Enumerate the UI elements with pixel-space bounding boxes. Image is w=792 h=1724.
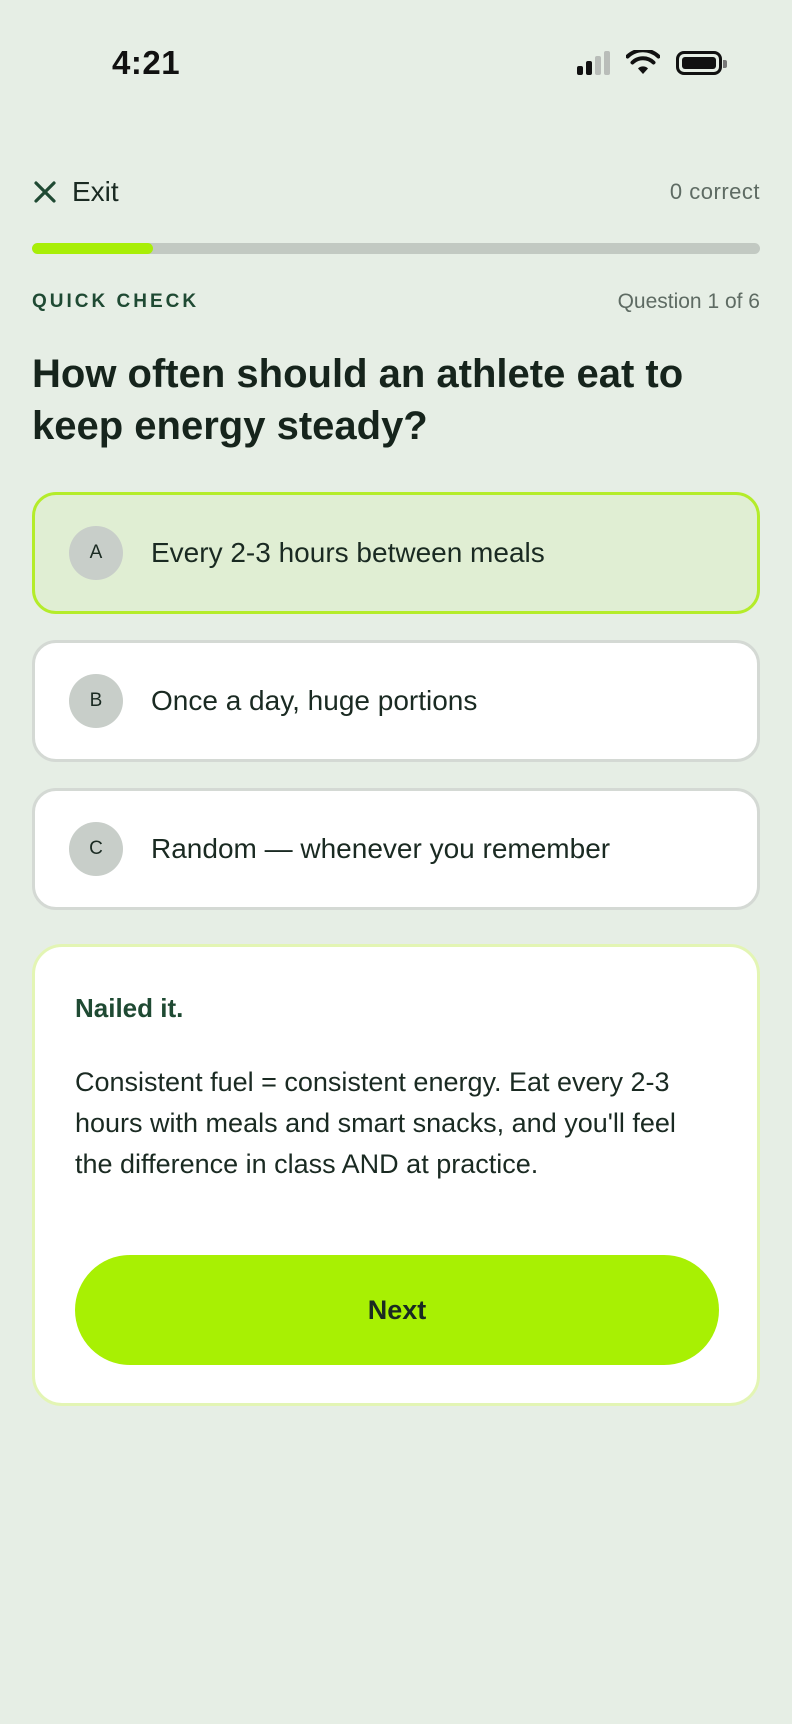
status-bar: 4:21: [0, 0, 792, 130]
section-label: QUICK CHECK: [32, 291, 200, 312]
status-icons: [577, 50, 727, 76]
quiz-header: Exit 0 correct: [32, 170, 760, 214]
answer-option-c[interactable]: C Random — whenever you remember: [32, 788, 760, 910]
battery-icon: [676, 51, 727, 75]
quiz-progress-fill: [32, 243, 154, 254]
option-letter-badge: A: [69, 526, 123, 580]
feedback-card: Nailed it. Consistent fuel = consistent …: [32, 944, 760, 1406]
exit-button[interactable]: Exit: [32, 176, 119, 208]
close-icon: [34, 181, 56, 203]
question-title: How often should an athlete eat to keep …: [32, 352, 684, 448]
wifi-icon: [626, 50, 660, 74]
section-label-row: QUICK CHECK Question 1 of 6: [32, 290, 760, 314]
option-text: Every 2-3 hours between meals: [151, 537, 545, 568]
option-text: Once a day, huge portions: [151, 685, 478, 716]
quiz-progress-bar: [32, 243, 760, 254]
quiz-screen: 4:21 Exit 0 correct QUICK CHECK Question…: [0, 0, 792, 1724]
option-letter-badge: C: [69, 822, 123, 876]
cellular-signal-icon: [577, 51, 610, 75]
status-time: 4:21: [112, 44, 181, 81]
answer-option-b[interactable]: B Once a day, huge portions: [32, 640, 760, 762]
correct-count: 0 correct: [669, 179, 760, 204]
answer-option-a[interactable]: A Every 2-3 hours between meals: [32, 492, 760, 614]
next-button[interactable]: Next: [75, 1255, 719, 1365]
option-text: Random — whenever you remember: [151, 833, 611, 864]
feedback-body: Consistent fuel = consistent energy. Eat…: [75, 1067, 676, 1179]
exit-label: Exit: [72, 176, 119, 207]
option-letter-badge: B: [69, 674, 123, 728]
question-counter: Question 1 of 6: [617, 290, 760, 313]
feedback-title: Nailed it.: [75, 993, 184, 1023]
